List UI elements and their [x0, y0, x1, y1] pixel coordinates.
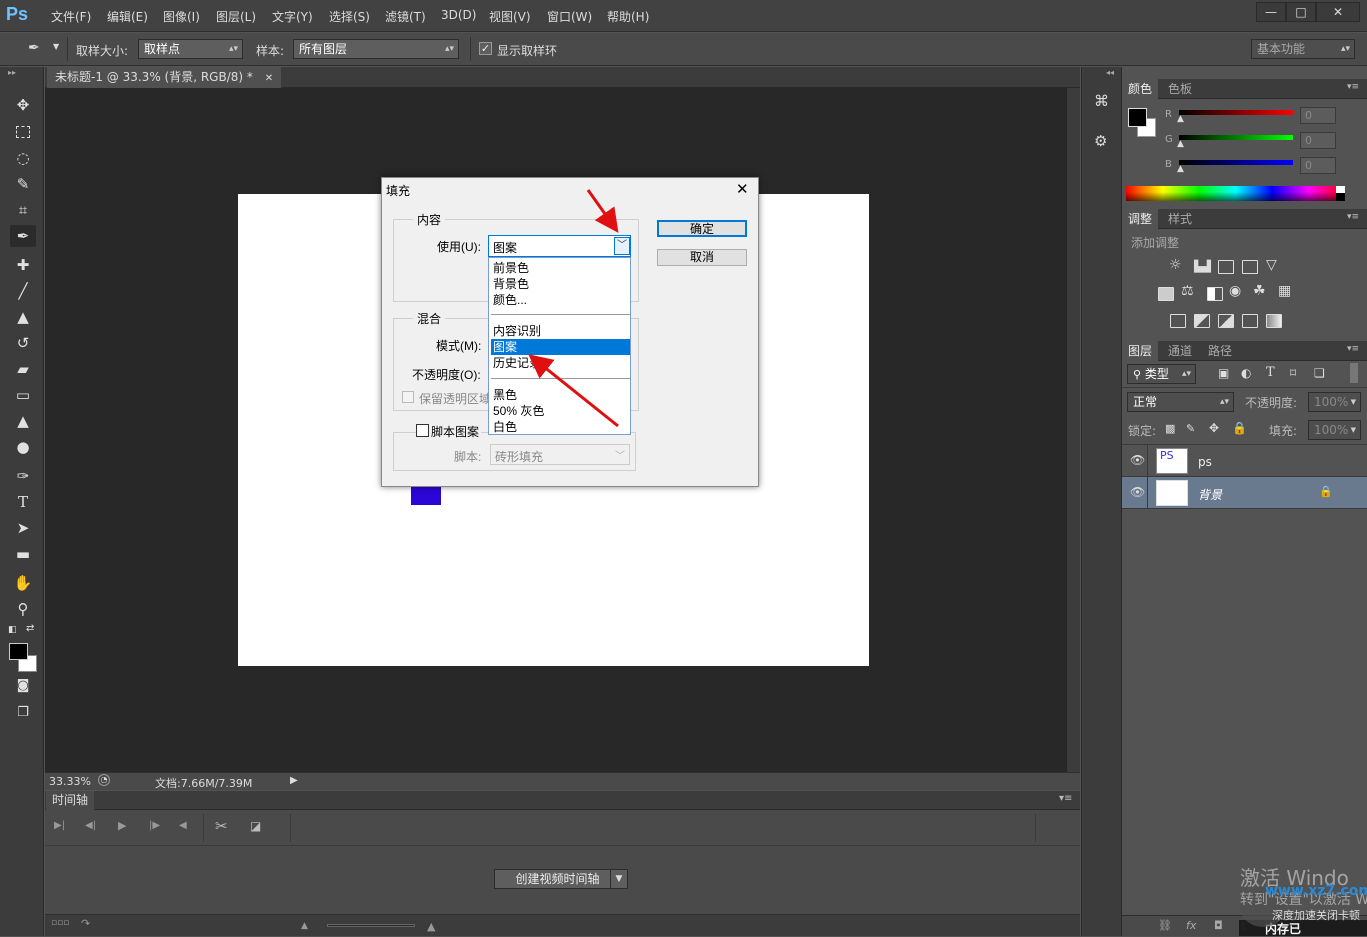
arrow-to-dropdown-icon — [586, 189, 619, 233]
arrow-to-pattern-icon — [528, 354, 619, 428]
annotation-arrows — [528, 189, 619, 428]
